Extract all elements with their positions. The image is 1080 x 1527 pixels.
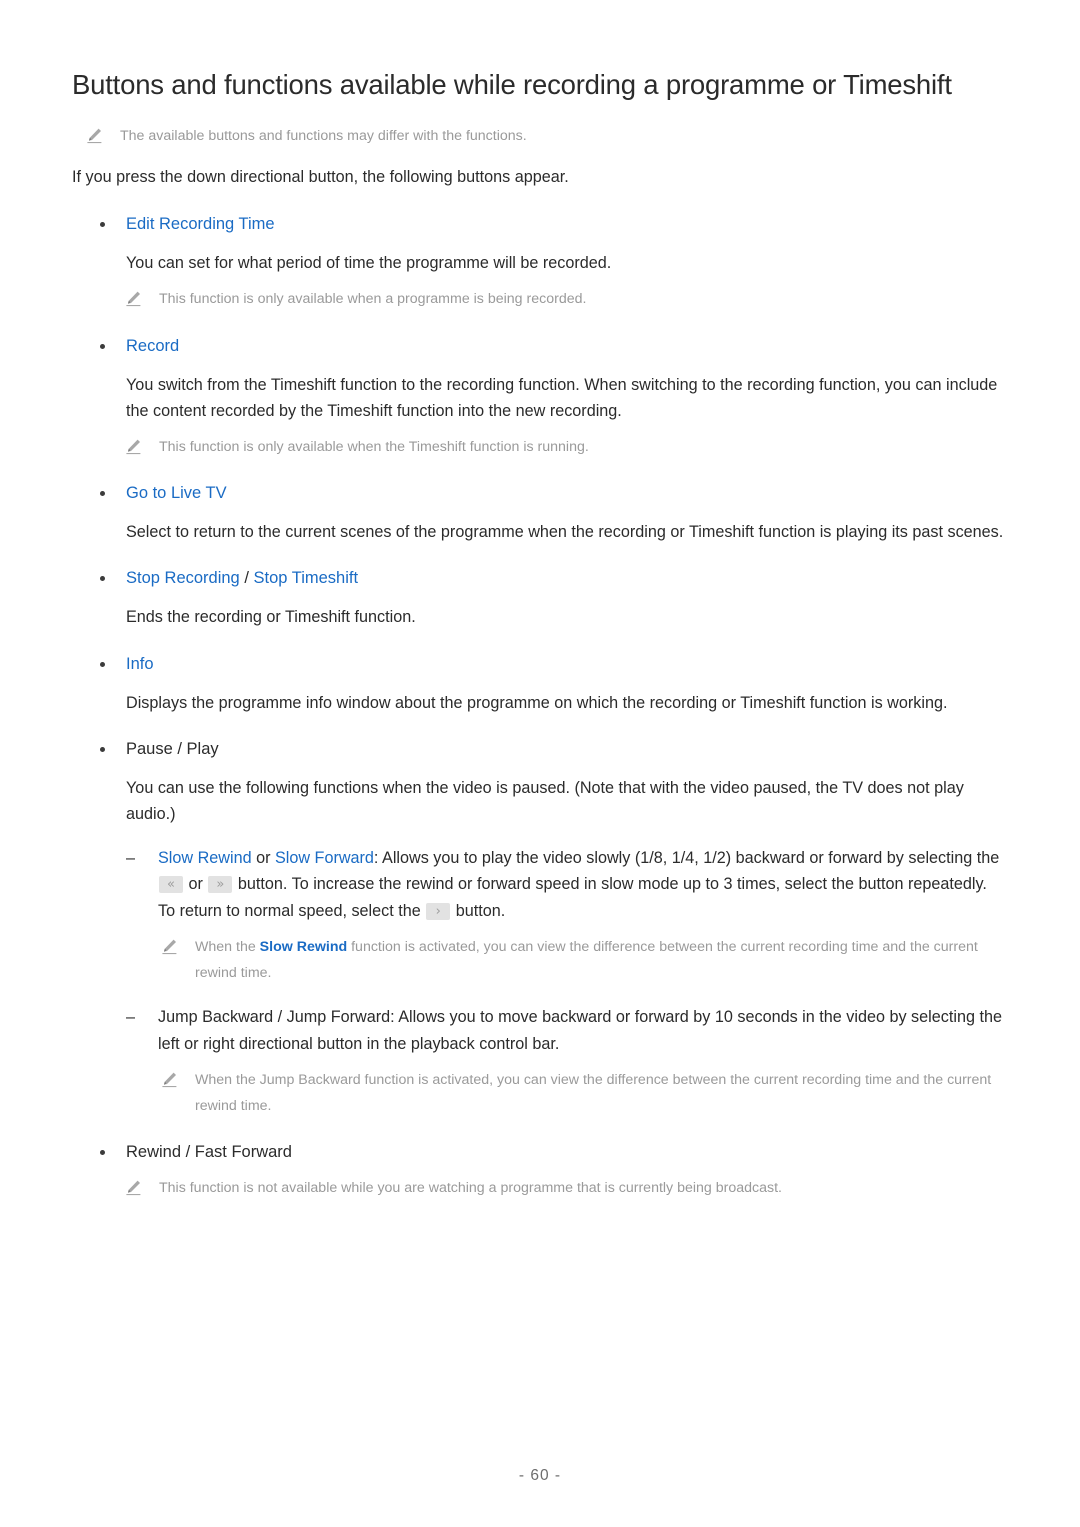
note-top: The available buttons and functions may … (86, 123, 1008, 149)
section-body: You can set for what period of time the … (126, 254, 612, 273)
heading-label-stop-recording: Stop Recording (126, 569, 240, 588)
bullet-dot-icon (100, 576, 105, 582)
note-text: This function is only available when the… (159, 439, 589, 455)
section-body: Select to return to the current scenes o… (126, 523, 1004, 542)
heading-label-dark: Rewind / Fast Forward (126, 1143, 292, 1162)
note-slow-rewind: When the Slow Rewind function is activat… (161, 934, 1008, 987)
sub-item-text-c: button. To increase the rewind or forwar… (158, 875, 987, 920)
heading-label-blue: Record (126, 336, 180, 355)
section-heading: Info (126, 653, 1008, 677)
document-page: Buttons and functions available while re… (0, 0, 1080, 1527)
note-text: When the Slow Rewind function is activat… (195, 934, 1008, 987)
heading-separator: / (239, 569, 254, 588)
heading-label-blue: Info (126, 654, 154, 673)
section-go-to-live-tv: Go to Live TV Select to return to the cu… (72, 482, 1008, 545)
heading-label-blue: Go to Live TV (126, 484, 227, 503)
note-text: This function is only available when a p… (159, 291, 587, 308)
label-slow-forward: Slow Forward (274, 849, 374, 868)
section-heading: Record (126, 335, 1008, 359)
pencil-icon (161, 938, 178, 955)
section-info: Info Displays the programme info window … (72, 653, 1008, 716)
bullet-dot-icon (100, 491, 105, 497)
rewind-icon[interactable]: « (159, 876, 183, 894)
page-footer: - 60 - (518, 1467, 562, 1484)
pencil-icon (125, 290, 142, 307)
dash-marker: – (126, 849, 136, 868)
dash-marker: – (126, 1008, 136, 1027)
sub-item-slow-rewind: – Slow Rewind or Slow Forward: Allows yo… (126, 845, 1008, 924)
pencil-icon (125, 438, 142, 455)
note-edit-recording-time: This function is only available when a p… (125, 286, 1008, 312)
section-edit-recording-time: Edit Recording Time You can set for what… (72, 213, 1008, 276)
section-body: You switch from the Timeshift function t… (126, 375, 998, 420)
section-heading: Pause / Play (126, 738, 1008, 762)
sub-item-text-b: or (184, 875, 208, 894)
section-stop-recording: Stop Recording / Stop Timeshift Ends the… (72, 567, 1008, 630)
section-heading: Edit Recording Time (126, 213, 1008, 237)
note-jump-backward: When the Jump Backward function is activ… (161, 1067, 1008, 1120)
section-pause-play: Pause / Play You can use the following f… (72, 738, 1008, 827)
play-icon[interactable]: › (426, 902, 451, 920)
section-body: Displays the programme info window about… (126, 693, 948, 712)
bullet-dot-icon (100, 1150, 105, 1156)
section-rewind-fast-forward: Rewind / Fast Forward (72, 1141, 1008, 1165)
fast-forward-icon[interactable]: » (208, 876, 233, 894)
section-record: Record You switch from the Timeshift fun… (72, 335, 1008, 424)
note-prefix: When the (195, 938, 260, 955)
section-heading: Stop Recording / Stop Timeshift (126, 567, 1008, 591)
sub-item-text-d: button. (451, 901, 506, 920)
heading-label-blue: Edit Recording Time (126, 215, 275, 234)
note-highlight: Slow Rewind (259, 938, 348, 955)
section-heading: Rewind / Fast Forward (126, 1141, 1008, 1165)
note-record: This function is only available when the… (125, 434, 1008, 460)
note-text: This function is not available while you… (159, 1180, 782, 1197)
note-top-text: The available buttons and functions may … (120, 128, 527, 144)
page-title: Buttons and functions available while re… (72, 69, 952, 100)
label-join: or (251, 849, 275, 868)
heading-label-stop-timeshift: Stop Timeshift (253, 569, 359, 588)
heading-label-dark: Pause / Play (126, 739, 219, 758)
label-slow-rewind: Slow Rewind (158, 849, 252, 868)
sub-item-jump-backward: – Jump Backward / Jump Forward: Allows y… (126, 1004, 1008, 1056)
bullet-dot-icon (100, 661, 105, 667)
sub-item-text-a: : Allows you to play the video slowly (1… (373, 849, 1000, 868)
section-heading: Go to Live TV (126, 482, 1008, 506)
sub-item-text: Jump Backward / Jump Forward: Allows you… (158, 1008, 1002, 1053)
bullet-dot-icon (100, 746, 105, 752)
pencil-icon (86, 127, 103, 144)
intro-paragraph: If you press the down directional button… (72, 168, 569, 187)
bullet-dot-icon (100, 222, 105, 228)
section-body: Ends the recording or Timeshift function… (126, 608, 416, 627)
pencil-icon (125, 1179, 142, 1196)
bullet-dot-icon (100, 343, 105, 349)
section-body: You can use the following functions when… (126, 778, 964, 823)
pencil-icon (161, 1071, 178, 1088)
note-text: When the Jump Backward function is activ… (195, 1071, 992, 1115)
note-rewind-fast-forward: This function is not available while you… (125, 1175, 1008, 1201)
